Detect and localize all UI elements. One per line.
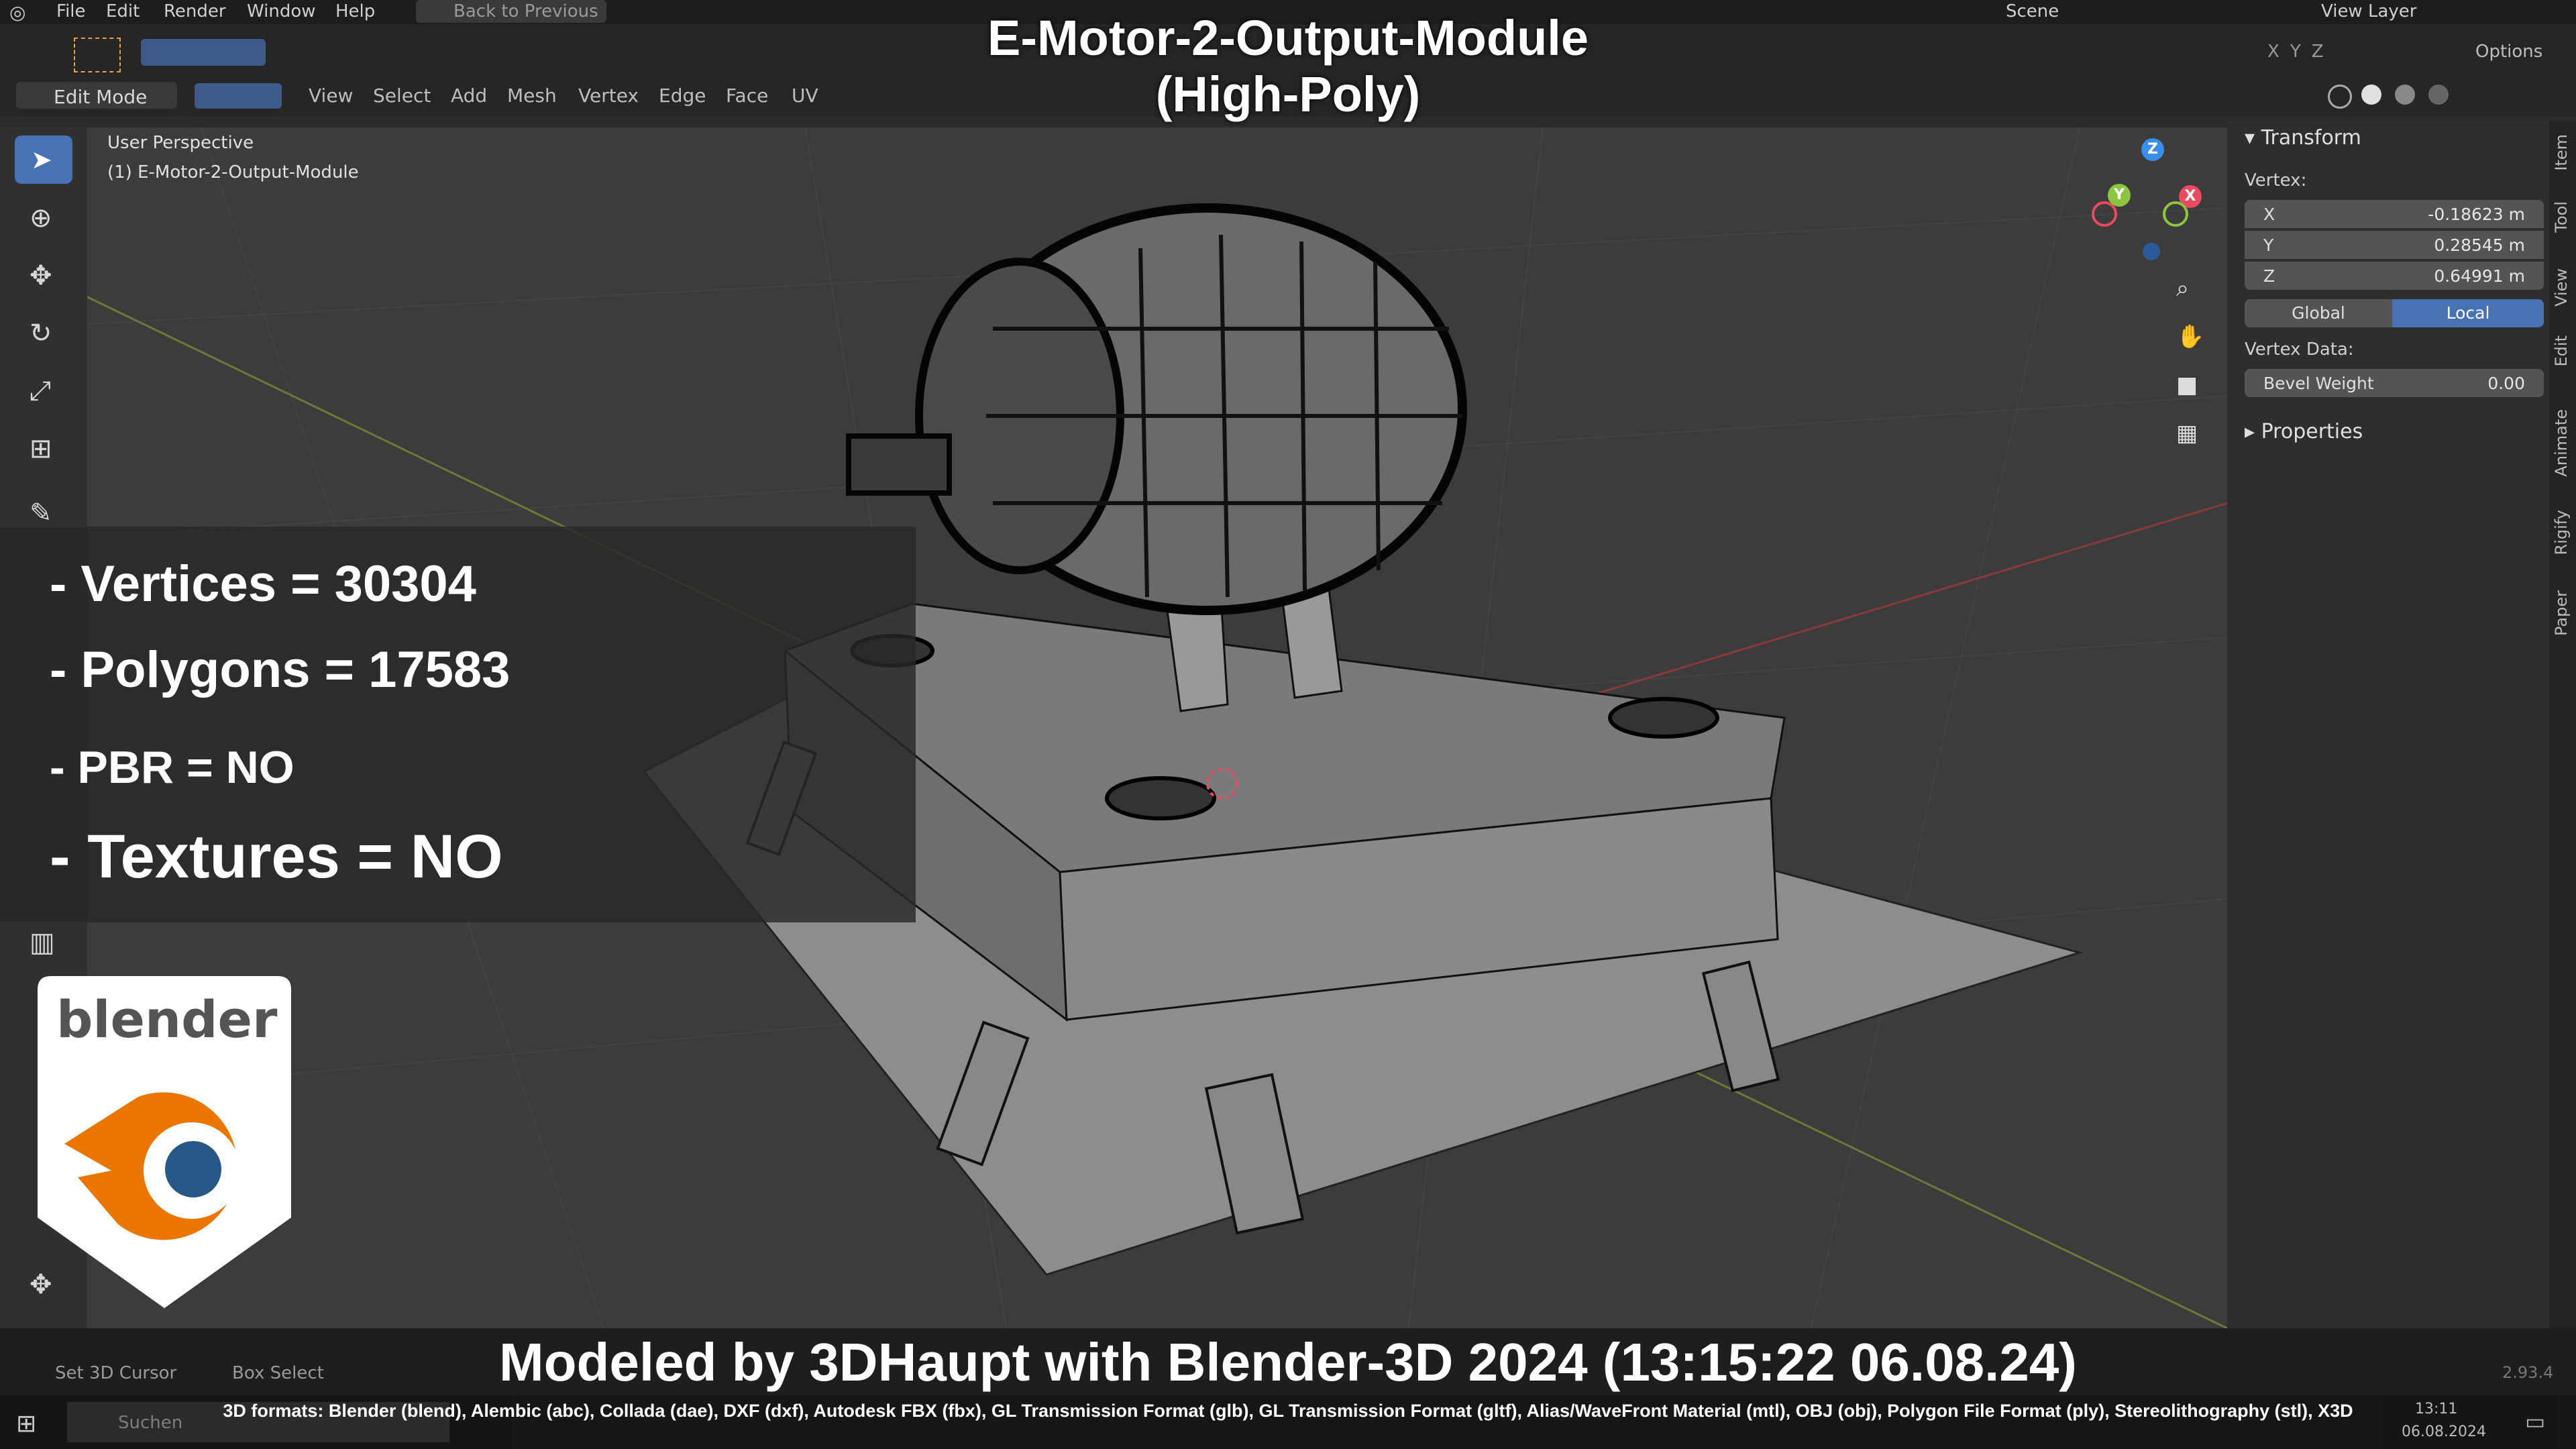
perspective-grid-icon[interactable]: ▦ <box>2176 420 2198 447</box>
bevel-weight-value: 0.00 <box>2487 374 2525 393</box>
tab-view[interactable]: View <box>2552 268 2575 307</box>
gizmo-neg-z[interactable] <box>2143 243 2160 260</box>
gizmo-z-axis[interactable]: Z <box>2141 138 2164 161</box>
gizmo-neg-x[interactable] <box>2092 201 2117 227</box>
cursor-tool[interactable]: ⊕ <box>15 195 72 243</box>
motor-shaft <box>846 433 952 496</box>
overlay-subtitle: (High-Poly) <box>1155 66 1421 122</box>
vertex-x-label: X <box>2263 205 2275 224</box>
cylinder-front <box>1105 776 1216 820</box>
vertex-y-value: 0.28545 m <box>2434 235 2525 255</box>
properties-header-label: Properties <box>2261 420 2363 443</box>
vertex-x-field[interactable]: X -0.18623 m <box>2245 200 2544 228</box>
tab-edit[interactable]: Edit <box>2552 335 2575 366</box>
textures-stat: - Textures = NO <box>50 822 503 891</box>
pan-hand-icon[interactable]: ✋ <box>2176 323 2204 350</box>
pbr-stat: - PBR = NO <box>50 742 294 793</box>
tab-item[interactable]: Item <box>2552 134 2575 171</box>
crosshair-icon: ⊕ <box>30 203 52 233</box>
navigation-gizmo[interactable]: Z X Y <box>2080 134 2202 262</box>
bevel-weight-label: Bevel Weight <box>2263 374 2374 393</box>
perspective-label: User Perspective <box>107 133 254 153</box>
tab-paper[interactable]: Paper <box>2552 590 2575 636</box>
credit-caption: Modeled by 3DHaupt with Blender-3D 2024 … <box>499 1332 2077 1392</box>
viewport-nav-buttons: ⌕ ✋ ■ ▦ <box>2176 275 2210 456</box>
vertex-y-field[interactable]: Y 0.28545 m <box>2245 231 2544 259</box>
global-toggle[interactable]: Global <box>2245 299 2392 327</box>
rotate-icon: ↻ <box>30 318 52 349</box>
scale-tool[interactable]: ⤢ <box>15 368 72 416</box>
pencil-icon: ✎ <box>30 498 52 529</box>
transform-header-label: Transform <box>2261 126 2361 150</box>
vertex-z-label: Z <box>2263 266 2275 286</box>
vertex-x-value: -0.18623 m <box>2428 205 2525 224</box>
move-icon: ✥ <box>30 260 52 291</box>
polygons-stat: - Polygons = 17583 <box>50 641 511 698</box>
vertex-y-label: Y <box>2263 235 2274 255</box>
bevel-weight-field[interactable]: Bevel Weight 0.00 <box>2245 369 2544 397</box>
scale-icon: ⤢ <box>30 376 51 407</box>
cylinder-right <box>1608 697 1719 739</box>
local-toggle[interactable]: Local <box>2392 299 2544 327</box>
cursor-arrow-icon: ➤ <box>31 145 52 174</box>
tab-rigify[interactable]: Rigify <box>2552 510 2575 555</box>
transform-tool[interactable]: ⊞ <box>15 425 72 474</box>
vertices-stat: - Vertices = 30304 <box>50 555 476 612</box>
tab-tool[interactable]: Tool <box>2552 201 2575 233</box>
overlay-title: E-Motor-2-Output-Module <box>987 10 1589 66</box>
tab-animate[interactable]: Animate <box>2552 409 2575 477</box>
object-label: (1) E-Motor-2-Output-Module <box>107 162 359 182</box>
camera-view-icon[interactable]: ■ <box>2176 372 2198 398</box>
gizmo-neg-y[interactable] <box>2163 201 2188 227</box>
vertex-label: Vertex: <box>2245 170 2307 191</box>
rotate-tool[interactable]: ↻ <box>15 310 72 358</box>
zoom-icon[interactable]: ⌕ <box>2176 275 2189 302</box>
vertex-data-label: Vertex Data: <box>2245 339 2354 360</box>
transform-header[interactable]: ▾ Transform <box>2245 126 2361 150</box>
properties-header[interactable]: ▸ Properties <box>2245 420 2363 443</box>
vertex-z-value: 0.64991 m <box>2434 266 2525 286</box>
extrude-tool[interactable]: ▥ <box>15 919 72 967</box>
taskbar-date: 06.08.2024 <box>2402 1424 2486 1440</box>
transform-icon: ⊞ <box>30 433 52 464</box>
stats-overlay: - Vertices = 30304 - Polygons = 17583 - … <box>0 527 916 922</box>
select-tool[interactable]: ➤ <box>15 136 72 184</box>
extrude-icon: ▥ <box>30 927 55 958</box>
move-tool[interactable]: ✥ <box>15 252 72 301</box>
formats-caption: 3D formats: Blender (blend), Alembic (ab… <box>223 1401 2353 1421</box>
sidebar-tabs: Item Tool View Edit Animate Rigify Paper <box>2549 121 2576 1328</box>
blender-logo-text: blender <box>56 989 278 1049</box>
blender-logo: blender <box>38 976 291 1308</box>
vertex-z-field[interactable]: Z 0.64991 m <box>2245 262 2544 290</box>
